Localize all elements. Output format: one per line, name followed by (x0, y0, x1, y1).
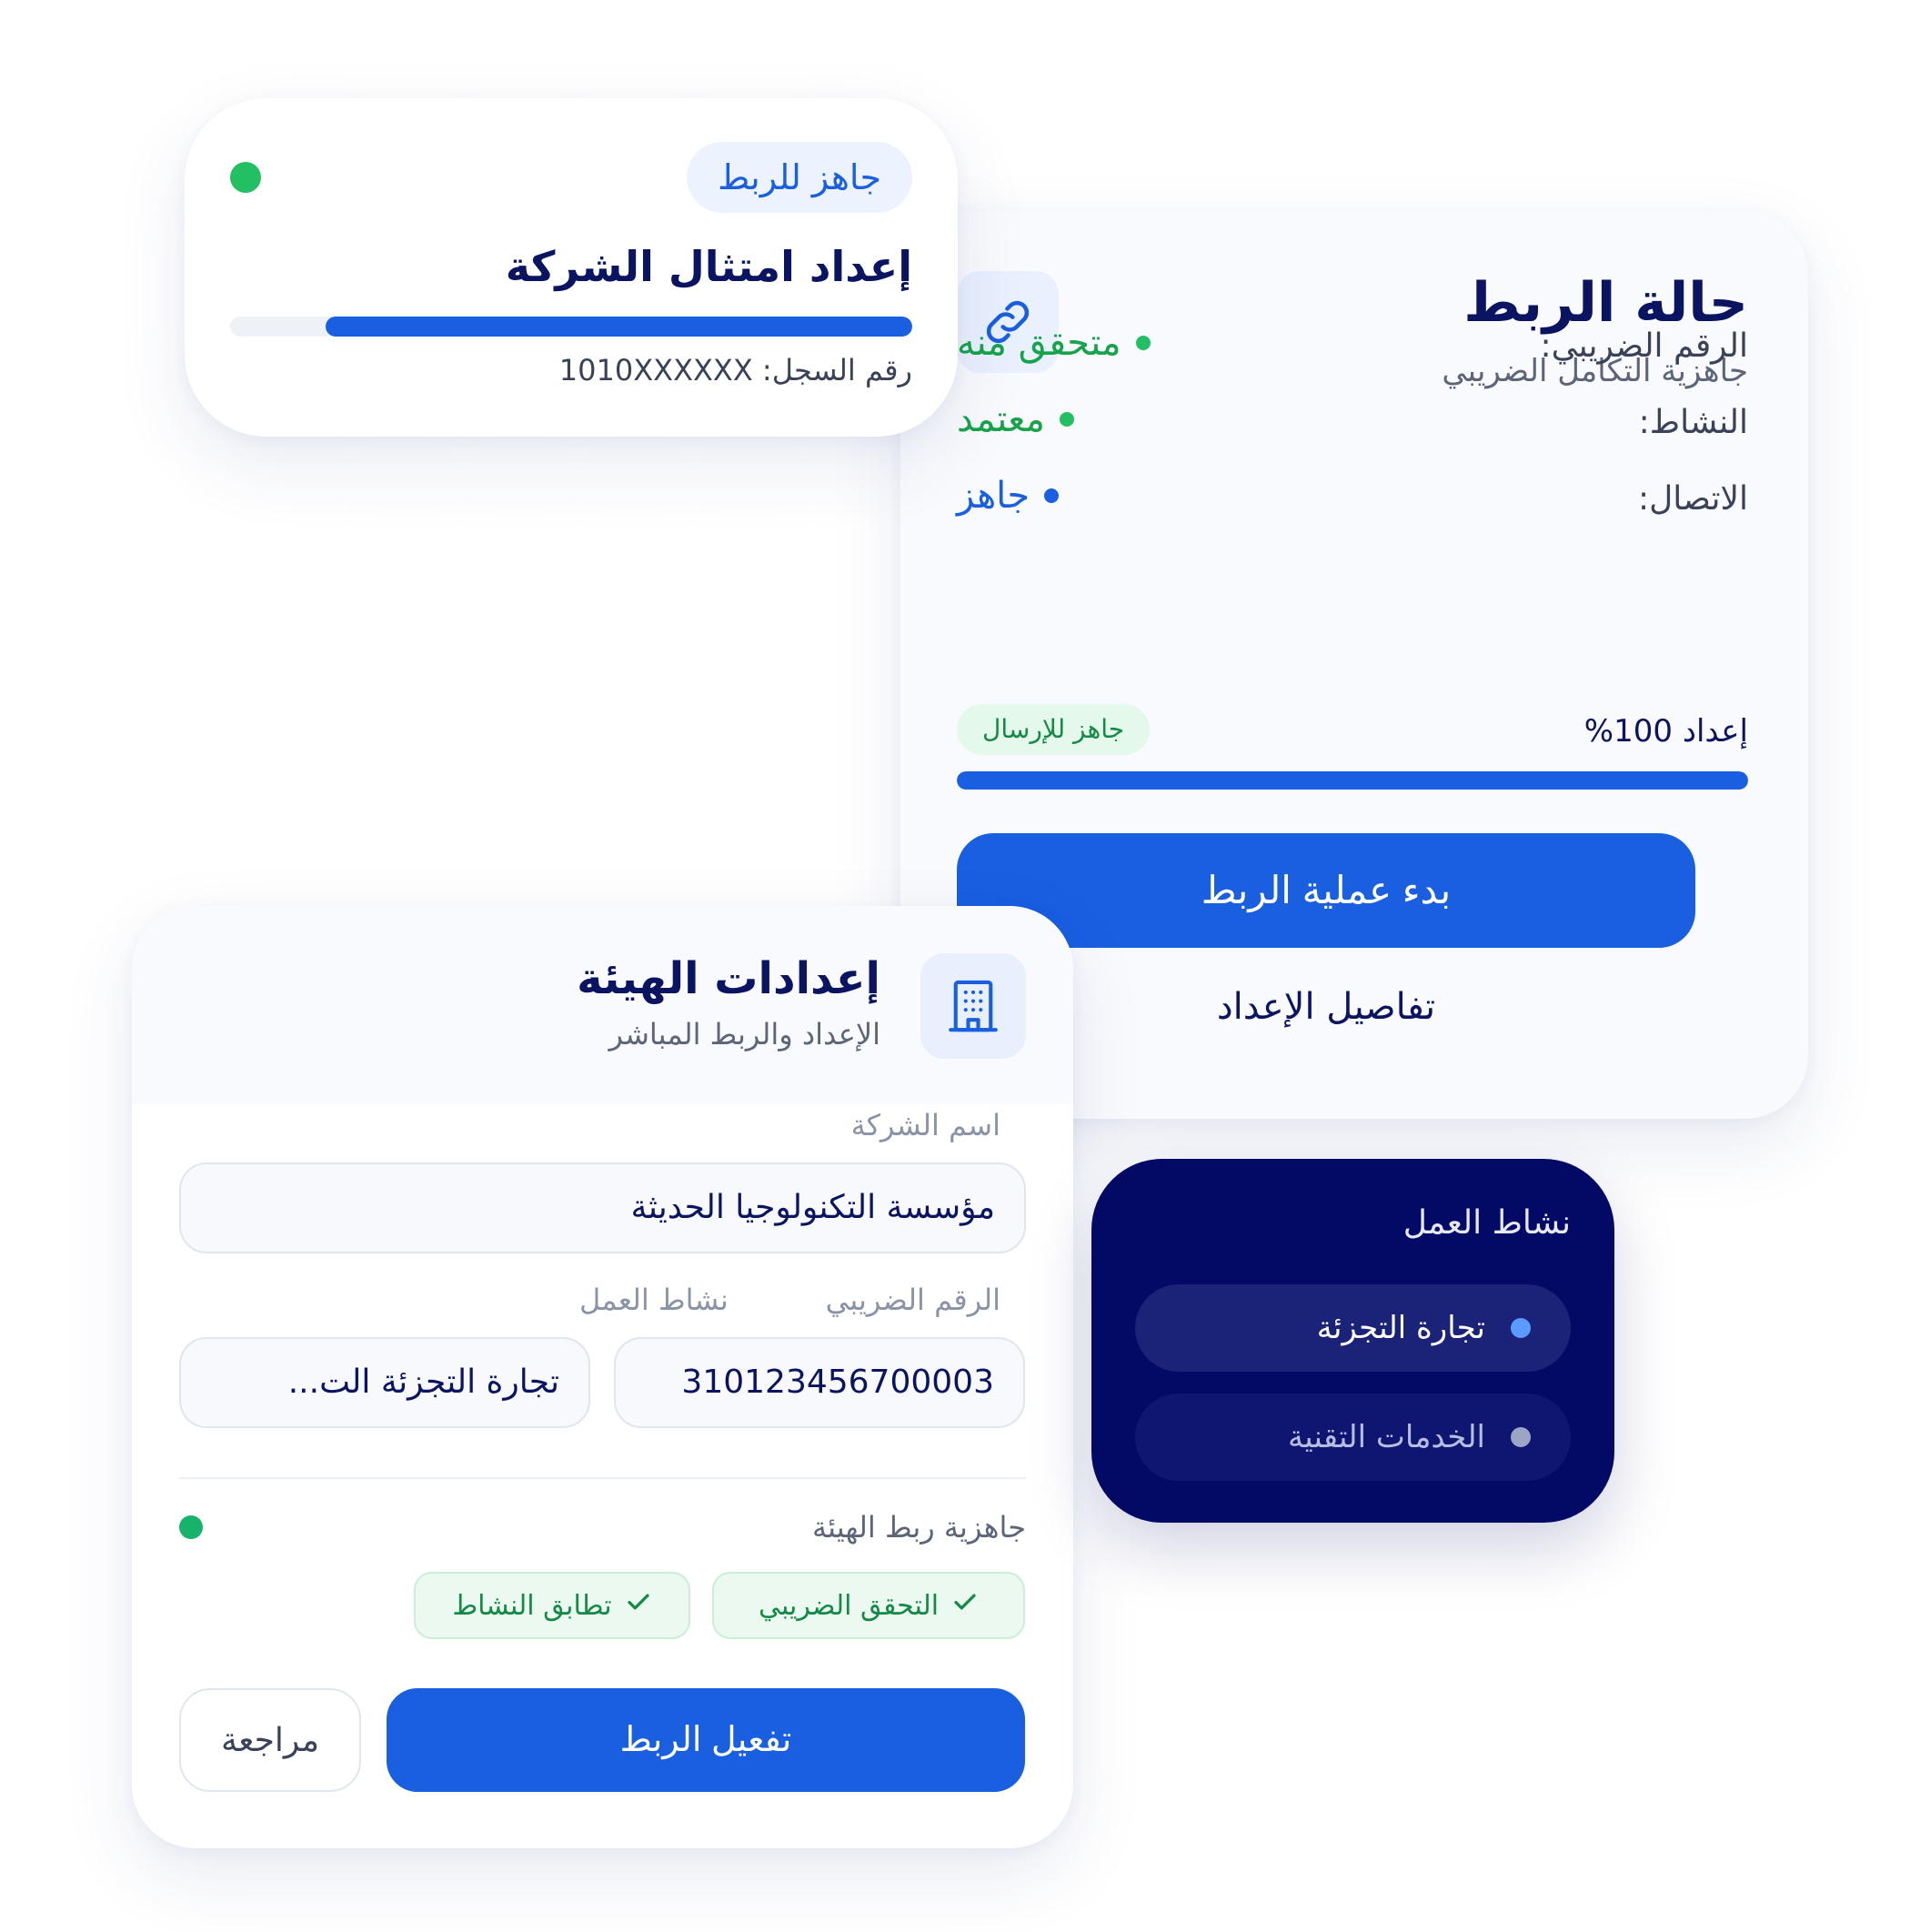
authority-subtitle: الإعداد والربط المباشر (608, 1017, 880, 1052)
authority-header: إعدادات الهيئة الإعداد والربط المباشر (132, 906, 1073, 1104)
chip-activity-match: تطابق النشاط (414, 1572, 690, 1639)
ready-to-link-badge: جاهز للربط (687, 142, 912, 213)
info-row-connection: الاتصال: جاهز (957, 475, 1748, 529)
authority-title: إعدادات الهيئة (577, 953, 880, 1004)
business-activity-field-label: نشاط العمل (579, 1283, 729, 1317)
chip-label: تطابق النشاط (452, 1589, 612, 1622)
tax-number-input[interactable]: 310123456700003 (614, 1337, 1025, 1428)
info-row-tax-number: الرقم الضريبي: متحقق منه (957, 322, 1748, 377)
compliance-progress-fill (326, 317, 912, 337)
activity-option-tech-services[interactable]: الخدمات التقنية (1135, 1394, 1571, 1481)
verified-dot (1135, 336, 1151, 350)
activity-status: معتمد (957, 398, 1045, 440)
tax-number-status: متحقق منه (957, 322, 1121, 364)
business-activity-title: نشاط العمل (1402, 1204, 1571, 1242)
check-icon (951, 1588, 979, 1623)
ready-to-send-badge: جاهز للإرسال (957, 704, 1151, 755)
chip-label: التحقق الضريبي (758, 1589, 940, 1622)
status-dot (230, 162, 261, 193)
tax-number-field-label: الرقم الضريبي (825, 1283, 1000, 1317)
activate-link-button[interactable]: تفعيل الربط (387, 1688, 1025, 1792)
building-icon (920, 953, 1026, 1059)
authority-settings-card: إعدادات الهيئة الإعداد والربط المباشر اس… (132, 906, 1073, 1848)
connection-label: الاتصال: (1637, 480, 1748, 518)
review-button[interactable]: مراجعة (179, 1688, 361, 1792)
business-activity-input[interactable]: تجارة التجزئة الت... (179, 1337, 590, 1428)
activity-option-retail[interactable]: تجارة التجزئة (1135, 1284, 1571, 1372)
connection-status: جاهز (957, 475, 1030, 517)
company-compliance-card: جاهز للربط إعداد امتثال الشركة رقم السجل… (185, 98, 958, 437)
info-row-activity: النشاط: معتمد (957, 398, 1748, 453)
authority-readiness-label: جاهزية ربط الهيئة (811, 1510, 1026, 1545)
setup-progress-label: إعداد 100% (1583, 713, 1748, 750)
option-label: تجارة التجزئة (1316, 1310, 1485, 1346)
activity-label: النشاط: (1638, 404, 1748, 441)
registration-number: رقم السجل: 1010XXXXXX (558, 353, 912, 387)
tax-number-label: الرقم الضريبي: (1540, 327, 1748, 365)
compliance-progress-bar (230, 317, 912, 337)
check-icon (625, 1588, 652, 1623)
unselected-dot (1511, 1427, 1531, 1447)
company-compliance-title: إعداد امتثال الشركة (505, 242, 912, 291)
divider (179, 1477, 1026, 1479)
setup-progress-bar (957, 771, 1748, 790)
company-name-input[interactable]: مؤسسة التكنولوجيا الحديثة (179, 1162, 1026, 1253)
approved-dot (1059, 412, 1074, 427)
selected-dot (1511, 1318, 1531, 1338)
option-label: الخدمات التقنية (1288, 1419, 1485, 1455)
business-activity-card: نشاط العمل تجارة التجزئة الخدمات التقنية (1091, 1159, 1614, 1523)
company-name-label: اسم الشركة (850, 1108, 1000, 1142)
readiness-dot (179, 1515, 203, 1539)
ready-dot (1044, 488, 1060, 503)
chip-tax-verification: التحقق الضريبي (712, 1572, 1025, 1639)
setup-progress-fill (957, 771, 1748, 790)
